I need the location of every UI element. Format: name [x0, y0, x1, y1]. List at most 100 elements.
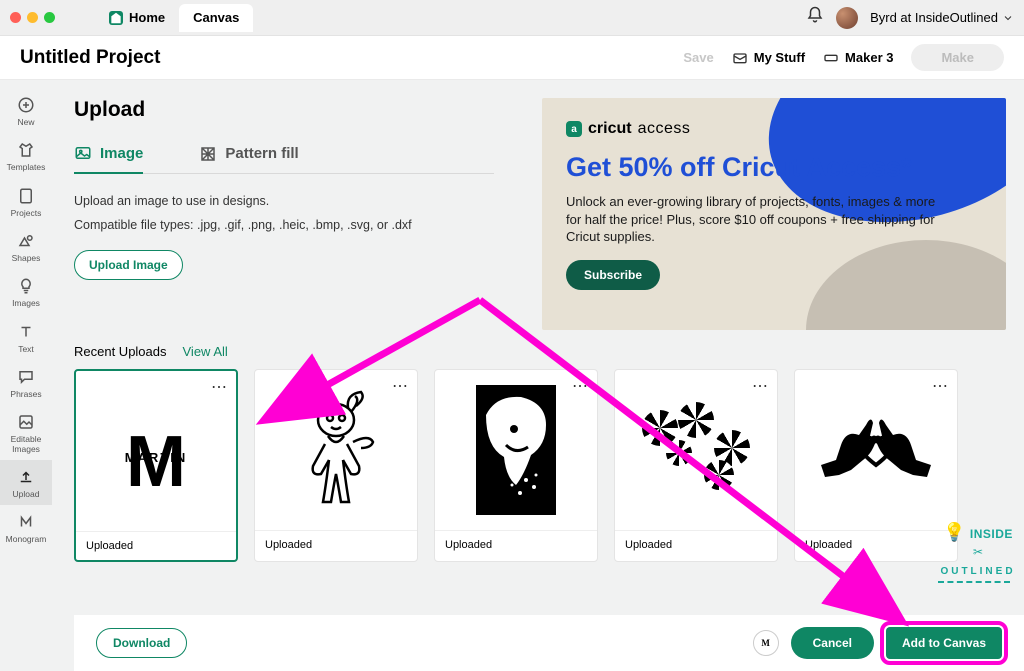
bottom-right-group: M Cancel Add to Canvas	[753, 627, 1002, 659]
sidebar-item-upload[interactable]: Upload	[0, 460, 52, 505]
sidebar-label: Projects	[11, 209, 42, 218]
selection-thumbnail[interactable]: M	[753, 630, 779, 656]
card-menu-icon[interactable]: ⋯	[572, 376, 589, 396]
folder-icon	[732, 50, 748, 66]
promo-brand-b: access	[638, 120, 691, 138]
sidebar-item-shapes[interactable]: Shapes	[0, 224, 52, 269]
card-menu-icon[interactable]: ⋯	[392, 376, 409, 396]
sidebar-item-editable-images[interactable]: Editable Images	[0, 405, 52, 460]
promo-banner[interactable]: a cricut access Get 50% off Cricut Acces…	[542, 98, 1006, 330]
close-window-icon[interactable]	[10, 12, 21, 23]
body: New Templates Projects Shapes Images Tex…	[0, 80, 1024, 671]
recent-uploads-label: Recent Uploads	[74, 344, 167, 359]
pattern-icon	[199, 145, 217, 163]
add-to-canvas-button[interactable]: Add to Canvas	[886, 627, 1002, 659]
sidebar-item-monogram[interactable]: Monogram	[0, 505, 52, 550]
card-thumbnail: ⋯	[435, 370, 597, 530]
sidebar-label: New	[17, 118, 34, 127]
sidebar-item-projects[interactable]: Projects	[0, 179, 52, 224]
upload-card[interactable]: ⋯ Uploaded	[434, 369, 598, 562]
project-title[interactable]: Untitled Project	[20, 47, 160, 69]
tab-pattern-fill[interactable]: Pattern fill	[199, 144, 298, 173]
promo-desc: Unlock an ever-growing library of projec…	[566, 193, 946, 246]
lightbulb-icon: 💡	[943, 522, 965, 542]
os-tab-bar: Home Canvas Byrd at InsideOutlined	[0, 0, 1024, 36]
main-panel: Upload Image Pattern fill Upload an imag…	[52, 80, 1024, 671]
bottom-action-bar: Download M Cancel Add to Canvas	[74, 615, 1024, 671]
make-button[interactable]: Make	[911, 44, 1004, 71]
sidebar-label: Monogram	[6, 535, 47, 544]
card-thumbnail: ⋯	[795, 370, 957, 530]
card-menu-icon[interactable]: ⋯	[211, 377, 228, 397]
card-caption: Uploaded	[255, 530, 417, 559]
monogram-icon	[17, 513, 35, 531]
minimize-window-icon[interactable]	[27, 12, 38, 23]
card-menu-icon[interactable]: ⋯	[932, 376, 949, 396]
lightbulb-icon	[17, 277, 35, 295]
machine-icon	[823, 50, 839, 66]
sidebar-item-images[interactable]: Images	[0, 269, 52, 314]
recent-uploads-header: Recent Uploads View All	[74, 344, 1006, 359]
cricut-logo-icon: a	[566, 121, 582, 137]
cartoon-art	[291, 390, 381, 510]
upload-card[interactable]: ⋯ Uploaded	[614, 369, 778, 562]
grid-icon	[17, 187, 35, 205]
project-header: Untitled Project Save My Stuff Maker 3 M…	[0, 36, 1024, 80]
sidebar-item-text[interactable]: Text	[0, 315, 52, 360]
sidebar-item-new[interactable]: New	[0, 88, 52, 133]
shapes-icon	[17, 232, 35, 250]
machine-label: Maker 3	[845, 50, 893, 65]
promo-brand: a cricut access	[566, 120, 982, 138]
sidebar-item-phrases[interactable]: Phrases	[0, 360, 52, 405]
upload-card[interactable]: ⋯	[254, 369, 418, 562]
tab-canvas[interactable]: Canvas	[179, 4, 253, 32]
upload-card[interactable]: ⋯ M MARTIN Uploaded	[74, 369, 238, 562]
card-caption: Uploaded	[795, 530, 957, 559]
avatar[interactable]	[836, 7, 858, 29]
plus-circle-icon	[17, 96, 35, 114]
sidebar-label: Editable Images	[0, 435, 52, 454]
user-menu[interactable]: Byrd at InsideOutlined	[870, 10, 1014, 25]
upload-card[interactable]: ⋯ Uploaded	[794, 369, 958, 562]
upload-image-button[interactable]: Upload Image	[74, 250, 183, 280]
card-thumbnail: ⋯ M MARTIN	[76, 371, 236, 531]
save-button[interactable]: Save	[683, 50, 713, 65]
chevron-down-icon	[1002, 12, 1014, 24]
silhouette-art	[476, 385, 556, 515]
tab-image[interactable]: Image	[74, 144, 143, 174]
subscribe-button[interactable]: Subscribe	[566, 260, 660, 290]
shirt-icon	[17, 141, 35, 159]
speech-icon	[17, 368, 35, 386]
sidebar-label: Upload	[13, 490, 40, 499]
dashed-line-icon	[938, 581, 1010, 583]
card-thumbnail: ⋯	[615, 370, 777, 530]
card-thumbnail: ⋯	[255, 370, 417, 530]
sidebar-label: Images	[12, 299, 40, 308]
view-all-link[interactable]: View All	[183, 344, 228, 359]
window-controls	[10, 12, 55, 23]
sidebar-item-templates[interactable]: Templates	[0, 133, 52, 178]
watermark-line1: INSIDE	[970, 527, 1013, 541]
watermark: 💡 INSIDE ✂ OUTLINED	[938, 522, 1018, 583]
sidebar-label: Text	[18, 345, 34, 354]
edit-image-icon	[17, 413, 35, 431]
card-menu-icon[interactable]: ⋯	[752, 376, 769, 396]
promo-title: Get 50% off Cricut Access*	[566, 152, 982, 183]
download-button[interactable]: Download	[96, 628, 187, 658]
swirl-art	[636, 400, 756, 500]
card-caption: Uploaded	[435, 530, 597, 559]
notifications-icon[interactable]	[806, 6, 824, 29]
tab-label: Canvas	[193, 10, 239, 25]
monogram-text: MARTIN	[121, 450, 192, 465]
my-stuff-button[interactable]: My Stuff	[732, 50, 805, 66]
tab-label: Pattern fill	[225, 145, 298, 162]
left-sidebar: New Templates Projects Shapes Images Tex…	[0, 80, 52, 671]
sidebar-label: Phrases	[10, 390, 41, 399]
maximize-window-icon[interactable]	[44, 12, 55, 23]
cancel-button[interactable]: Cancel	[791, 627, 874, 659]
upload-cards: ⋯ M MARTIN Uploaded ⋯	[74, 369, 1006, 562]
cricut-logo-icon	[109, 11, 123, 25]
tab-home[interactable]: Home	[95, 4, 179, 32]
machine-selector[interactable]: Maker 3	[823, 50, 893, 66]
upload-icon	[17, 468, 35, 486]
